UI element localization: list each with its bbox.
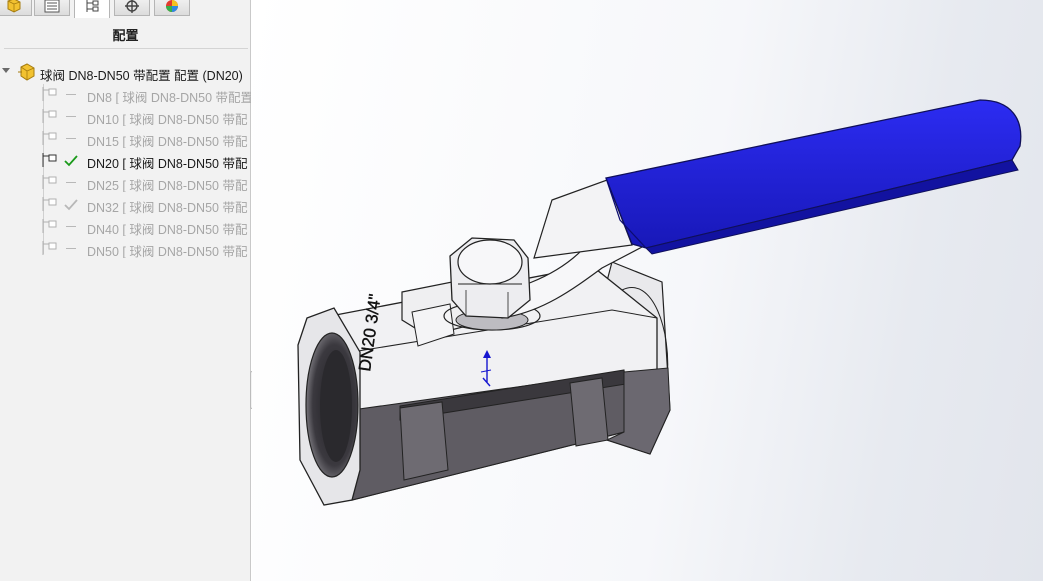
- configuration-label: DN8 [ 球阀 DN8-DN50 带配置: [87, 91, 251, 104]
- divider: [4, 48, 248, 49]
- configuration-item[interactable]: DN15 [ 球阀 DN8-DN50 带配: [0, 128, 251, 148]
- property-tab[interactable]: [34, 0, 70, 16]
- body-left-end: [297, 307, 361, 506]
- dimxpert-tab[interactable]: [114, 0, 150, 16]
- configuration-icon: [41, 108, 59, 126]
- handle-lever[interactable]: [470, 99, 1022, 319]
- root-configuration-label: 球阀 DN8-DN50 带配置 配置 (DN20): [40, 69, 243, 83]
- tree-expand-icon[interactable]: [2, 68, 10, 73]
- inactive-marker: [64, 242, 78, 254]
- inactive-marker: [64, 176, 78, 188]
- configuration-item[interactable]: DN20 [ 球阀 DN8-DN50 带配: [0, 150, 251, 170]
- configuration-item[interactable]: DN50 [ 球阀 DN8-DN50 带配: [0, 238, 251, 258]
- configuration-icon: [41, 240, 59, 258]
- configuration-label: DN32 [ 球阀 DN8-DN50 带配: [87, 201, 248, 214]
- inactive-marker: [64, 220, 78, 232]
- appearance-tab[interactable]: [154, 0, 190, 16]
- configuration-item[interactable]: DN25 [ 球阀 DN8-DN50 带配: [0, 172, 251, 192]
- panel-title: 配置: [112, 28, 139, 43]
- configuration-label: DN15 [ 球阀 DN8-DN50 带配: [87, 135, 248, 148]
- configuration-icon: [41, 196, 59, 214]
- inactive-marker: [64, 132, 78, 144]
- configuration-label: DN40 [ 球阀 DN8-DN50 带配: [87, 223, 248, 236]
- graphics-area[interactable]: DN20 3/4": [252, 0, 1043, 581]
- part-icon: [5, 0, 23, 13]
- configuration-icon: [41, 152, 59, 170]
- display-manager-icon: [164, 0, 180, 13]
- configuration-item[interactable]: DN40 [ 球阀 DN8-DN50 带配: [0, 216, 251, 236]
- configuration-item[interactable]: DN8 [ 球阀 DN8-DN50 带配置: [0, 84, 251, 104]
- checkmark-icon: [64, 198, 78, 211]
- root-configuration-node[interactable]: 球阀 DN8-DN50 带配置 配置 (DN20): [0, 62, 251, 83]
- configuration-label: DN50 [ 球阀 DN8-DN50 带配: [87, 245, 248, 258]
- configuration-label: DN20 [ 球阀 DN8-DN50 带配: [87, 157, 248, 170]
- configuration-tab[interactable]: [74, 0, 110, 18]
- configuration-manager-icon: [84, 0, 100, 14]
- configuration-icon: [41, 86, 59, 104]
- inactive-marker: [64, 110, 78, 122]
- configuration-item[interactable]: DN10 [ 球阀 DN8-DN50 带配: [0, 106, 251, 126]
- configuration-item[interactable]: DN32 [ 球阀 DN8-DN50 带配: [0, 194, 251, 214]
- part-tab[interactable]: [0, 0, 32, 16]
- inactive-marker: [64, 88, 78, 100]
- hex-nut: [449, 237, 531, 319]
- ball-valve-model[interactable]: DN20 3/4": [252, 0, 1043, 581]
- configuration-label: DN10 [ 球阀 DN8-DN50 带配: [87, 113, 248, 126]
- checkmark-icon: [64, 154, 78, 167]
- configuration-icon: [41, 174, 59, 192]
- feature-manager-panel: 配置 球阀 DN8-DN50 带配置 配置 (DN20) DN8 [ 球阀 DN…: [0, 0, 259, 581]
- configuration-icon: [41, 218, 59, 236]
- property-manager-icon: [44, 0, 60, 13]
- configuration-icon: [41, 130, 59, 148]
- part-config-icon: [17, 63, 37, 86]
- dimxpert-icon: [124, 0, 140, 13]
- configuration-label: DN25 [ 球阀 DN8-DN50 带配: [87, 179, 248, 192]
- manager-tab-bar: [0, 0, 251, 18]
